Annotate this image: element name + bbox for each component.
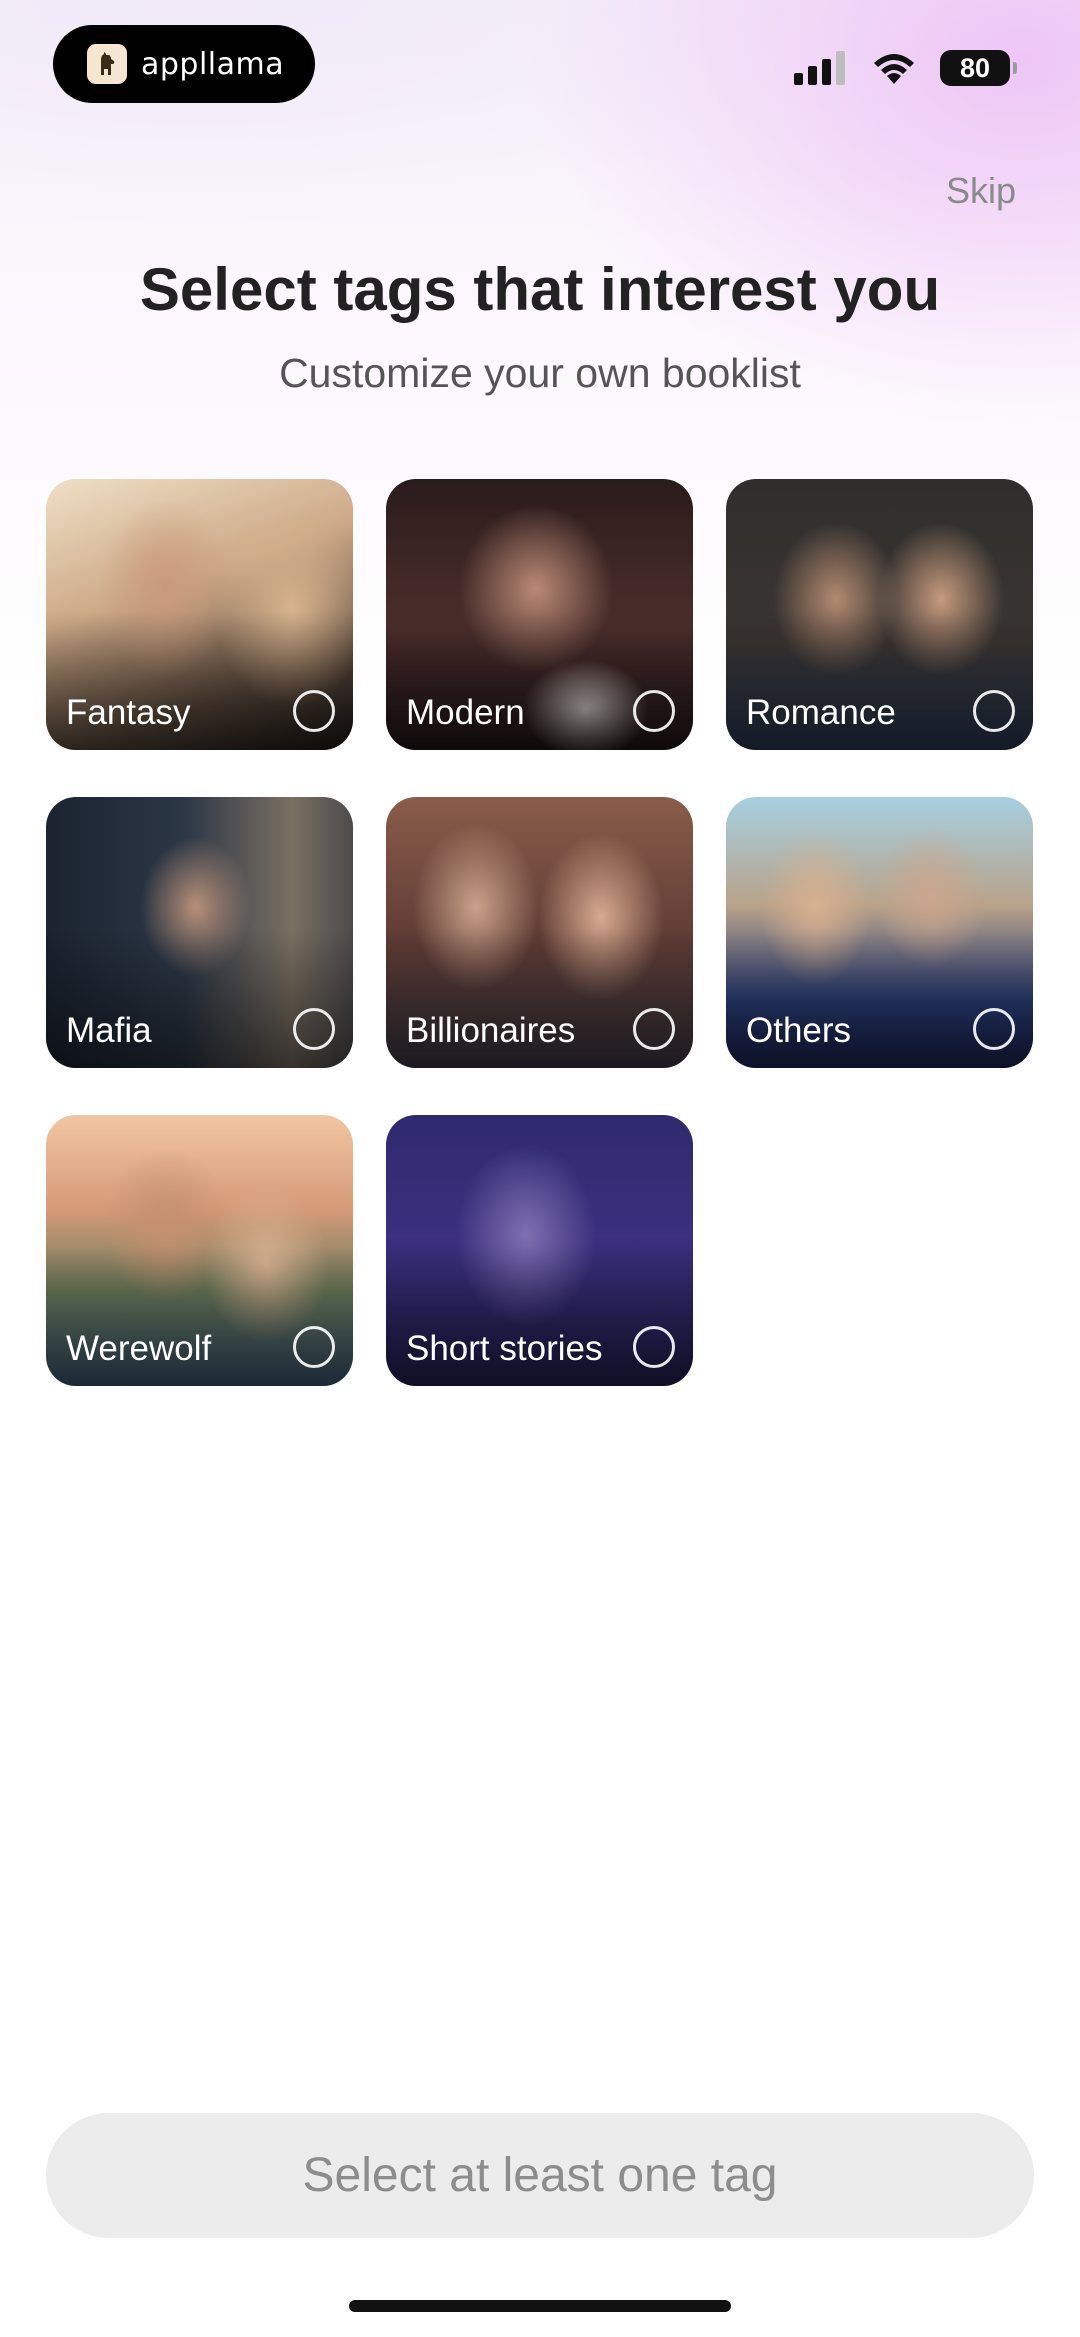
continue-button[interactable]: Select at least one tag	[46, 2113, 1034, 2238]
select-circle-icon[interactable]	[293, 690, 335, 732]
tag-card-modern[interactable]: Modern	[386, 479, 693, 750]
tag-label: Billionaires	[406, 1011, 576, 1050]
select-circle-icon[interactable]	[633, 1008, 675, 1050]
tag-card-werewolf[interactable]: Werewolf	[46, 1115, 353, 1386]
tag-card-romance[interactable]: Romance	[726, 479, 1033, 750]
tag-label: Others	[746, 1011, 852, 1050]
tag-card-billionaires[interactable]: Billionaires	[386, 797, 693, 1068]
llama-logo-icon	[87, 44, 127, 84]
tag-card-fantasy[interactable]: Fantasy	[46, 479, 353, 750]
tag-label: Werewolf	[66, 1329, 212, 1368]
select-circle-icon[interactable]	[293, 1008, 335, 1050]
tag-label: Modern	[406, 693, 525, 732]
wifi-icon	[874, 54, 914, 84]
select-circle-icon[interactable]	[293, 1326, 335, 1368]
tag-label: Short stories	[406, 1329, 603, 1368]
select-circle-icon[interactable]	[973, 1008, 1015, 1050]
select-circle-icon[interactable]	[633, 690, 675, 732]
status-icons: 80	[794, 50, 1017, 86]
tag-label: Mafia	[66, 1011, 152, 1050]
tag-grid: Fantasy Modern Romance Mafia Billionaire…	[46, 479, 1034, 1386]
select-circle-icon[interactable]	[973, 690, 1015, 732]
cellular-signal-icon	[794, 51, 845, 85]
tag-card-mafia[interactable]: Mafia	[46, 797, 353, 1068]
page-title: Select tags that interest you	[139, 256, 941, 323]
skip-button[interactable]: Skip	[946, 170, 1016, 212]
tag-card-short-stories[interactable]: Short stories	[386, 1115, 693, 1386]
select-circle-icon[interactable]	[633, 1326, 675, 1368]
page-subtitle: Customize your own booklist	[279, 350, 801, 396]
home-indicator[interactable]	[349, 2300, 731, 2312]
tag-card-others[interactable]: Others	[726, 797, 1033, 1068]
battery-level: 80	[959, 52, 991, 83]
brand-name: appllama	[141, 46, 285, 82]
tag-label: Romance	[746, 693, 896, 732]
battery-icon: 80	[940, 50, 1017, 86]
app-badge: appllama	[53, 25, 315, 103]
tag-label: Fantasy	[66, 693, 191, 732]
